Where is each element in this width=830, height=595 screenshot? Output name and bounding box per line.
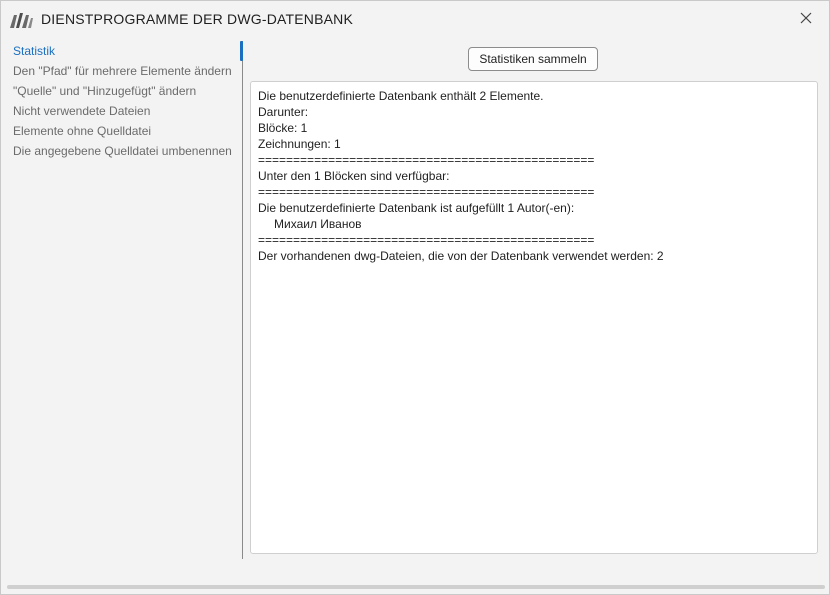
output-line: Die benutzerdefinierte Datenbank ist auf… [258, 201, 575, 215]
output-separator: ========================================… [258, 153, 595, 167]
sidebar-item-no-source[interactable]: Elemente ohne Quelldatei [13, 123, 241, 143]
sidebar-item-statistik[interactable]: Statistik [13, 43, 241, 63]
output-line: Blöcke: 1 [258, 121, 308, 135]
utilities-window: DIENSTPROGRAMME DER DWG-DATENBANK Statis… [0, 0, 830, 595]
output-separator: ========================================… [258, 185, 595, 199]
sidebar-divider [242, 41, 243, 559]
output-separator: ========================================… [258, 233, 595, 247]
window-title: DIENSTPROGRAMME DER DWG-DATENBANK [41, 11, 354, 27]
active-item-indicator [240, 41, 243, 61]
title-bar: DIENSTPROGRAMME DER DWG-DATENBANK [1, 1, 829, 37]
output-line: Darunter: [258, 105, 309, 119]
statistics-output[interactable]: Die benutzerdefinierte Datenbank enthält… [250, 81, 818, 554]
app-logo-icon [10, 12, 33, 28]
close-button[interactable] [795, 9, 817, 31]
sidebar-item-change-path[interactable]: Den "Pfad" für mehrere Elemente ändern [13, 63, 241, 83]
collect-statistics-button[interactable]: Statistiken sammeln [468, 47, 598, 71]
close-icon [800, 11, 812, 29]
sidebar-item-rename-source[interactable]: Die angegebene Quelldatei umbenennen [13, 143, 241, 163]
horizontal-scrollbar[interactable] [7, 585, 825, 589]
output-line: Der vorhandenen dwg-Dateien, die von der… [258, 249, 664, 263]
output-line: Unter den 1 Blöcken sind verfügbar: [258, 169, 450, 183]
output-line: Zeichnungen: 1 [258, 137, 341, 151]
sidebar-item-change-source[interactable]: "Quelle" und "Hinzugefügt" ändern [13, 83, 241, 103]
sidebar-nav: Statistik Den "Pfad" für mehrere Element… [13, 43, 241, 163]
output-line: Die benutzerdefinierte Datenbank enthält… [258, 89, 544, 103]
output-author: Михаил Иванов [274, 217, 362, 231]
sidebar-item-unused-files[interactable]: Nicht verwendete Dateien [13, 103, 241, 123]
